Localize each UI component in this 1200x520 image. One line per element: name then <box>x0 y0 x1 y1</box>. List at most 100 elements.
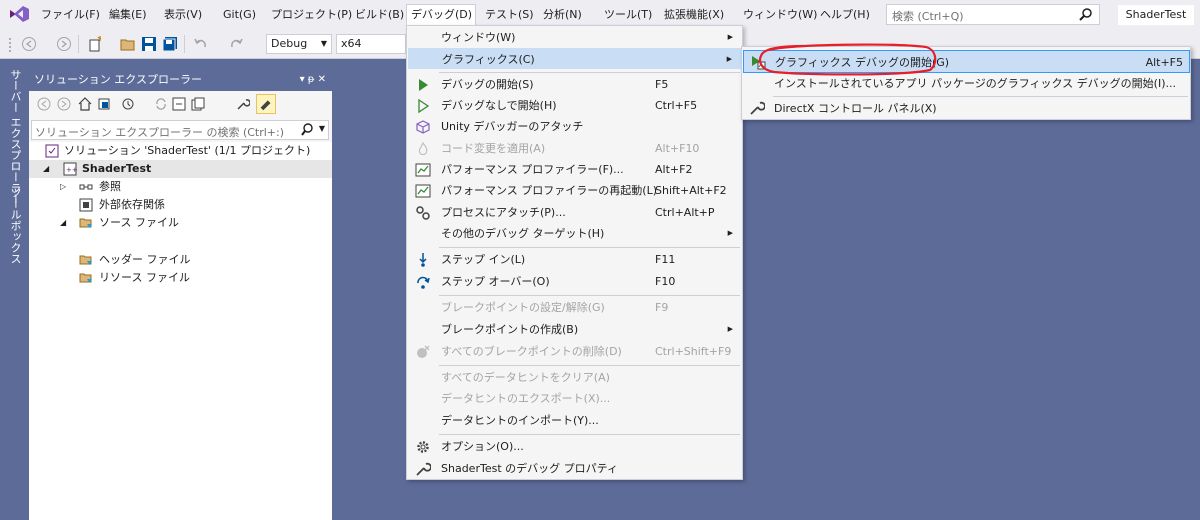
external-dependencies-icon <box>79 198 93 212</box>
solution-explorer-toolbar <box>29 91 332 119</box>
menu-item-new-breakpoint[interactable]: ブレークポイントの作成(B) ▶ <box>408 319 741 340</box>
tree-item-project[interactable]: ◢ ++ ShaderTest <box>29 160 332 178</box>
switch-views-icon[interactable] <box>97 97 111 111</box>
menu-window[interactable]: ウィンドウ(W) <box>739 5 821 24</box>
menu-item-label: デバッグの開始(S) <box>441 78 534 91</box>
menu-item-label: データヒントのインポート(Y)... <box>441 414 599 427</box>
menu-item-label: デバッグなしで開始(H) <box>441 99 557 112</box>
menu-item-label: DirectX コントロール パネル(X) <box>774 102 937 115</box>
solution-explorer-search-input[interactable]: ソリューション エクスプローラー の検索 (Ctrl+:) ▼ <box>31 120 329 140</box>
home-icon[interactable] <box>78 97 92 111</box>
menu-item-graphics[interactable]: グラフィックス(C) ▶ <box>408 48 741 69</box>
properties-wrench-icon[interactable] <box>236 97 250 111</box>
menu-item-options[interactable]: オプション(O)... <box>408 436 741 457</box>
solution-configuration-dropdown[interactable]: Debug ▼ <box>266 34 332 54</box>
menu-item-import-data-tips[interactable]: データヒントのインポート(Y)... <box>408 410 741 431</box>
forward-icon[interactable] <box>57 97 71 111</box>
menu-item-label: プロセスにアタッチ(P)... <box>441 206 566 219</box>
menu-item-clear-data-tips[interactable]: すべてのデータヒントをクリア(A) <box>408 367 741 388</box>
chevron-down-icon[interactable]: ▼ <box>319 124 325 133</box>
play-icon <box>419 79 428 91</box>
menu-view[interactable]: 表示(V) <box>160 5 206 24</box>
configuration-value: Debug <box>271 37 308 50</box>
sync-icon[interactable] <box>154 97 168 111</box>
solution-platform-dropdown[interactable]: x64 <box>336 34 406 54</box>
menu-item-label: パフォーマンス プロファイラーの再起動(L) <box>441 184 657 197</box>
menu-extensions[interactable]: 拡張機能(X) <box>660 5 728 24</box>
menu-git[interactable]: Git(G) <box>219 5 260 24</box>
tree-item-source-files[interactable]: ◢ ソース ファイル <box>29 214 332 232</box>
menu-edit[interactable]: 編集(E) <box>105 5 151 24</box>
server-explorer-tab[interactable]: サーバー エクスプローラー <box>7 69 23 205</box>
new-project-icon[interactable] <box>88 36 104 52</box>
menu-separator <box>439 247 740 248</box>
collapsed-arrow-icon[interactable]: ▷ <box>60 178 66 196</box>
expanded-arrow-icon[interactable]: ◢ <box>60 214 66 232</box>
pending-changes-filter-icon[interactable] <box>121 97 135 111</box>
menu-item-start-graphics-debugging[interactable]: グラフィックス デバッグの開始(G) Alt+F5 <box>743 50 1190 73</box>
menu-item-step-over[interactable]: ステップ オーバー(O) F10 <box>408 271 741 292</box>
menu-item-label: データヒントのエクスポート(X)... <box>441 392 611 405</box>
menu-item-attach-unity-debugger[interactable]: Unity デバッガーのアタッチ <box>408 116 741 137</box>
toolbox-tab[interactable]: ツールボックス <box>7 187 23 264</box>
navigate-forward-icon[interactable] <box>56 36 72 52</box>
window-pin-close-icons[interactable]: ▾ ᵽ ✕ <box>300 69 326 91</box>
expanded-arrow-icon[interactable]: ◢ <box>43 160 49 178</box>
tree-item-solution[interactable]: ソリューション 'ShaderTest' (1/1 プロジェクト) <box>29 142 332 160</box>
menu-item-apply-code-changes[interactable]: コード変更を適用(A) Alt+F10 <box>408 138 741 159</box>
menu-item-directx-control-panel[interactable]: DirectX コントロール パネル(X) <box>743 97 1190 120</box>
menu-item-shortcut: F5 <box>655 78 669 91</box>
solution-explorer-title-bar: ソリューション エクスプローラー ▾ ᵽ ✕ <box>29 69 332 91</box>
undo-icon[interactable] <box>193 36 209 52</box>
redo-icon[interactable] <box>228 36 244 52</box>
menu-item-label: その他のデバッグ ターゲット(H) <box>441 227 605 240</box>
menu-test[interactable]: テスト(S) <box>481 5 538 24</box>
menu-item-shortcut: Alt+F5 <box>1145 56 1183 69</box>
filter-folder-icon <box>79 218 92 228</box>
open-file-icon[interactable] <box>120 36 136 52</box>
menu-item-step-into[interactable]: ステップ イン(L) F11 <box>408 249 741 270</box>
menu-help[interactable]: ヘルプ(H) <box>816 5 874 24</box>
menu-item-label: ShaderTest のデバッグ プロパティ <box>441 462 618 475</box>
collapse-all-icon[interactable] <box>172 97 186 111</box>
menu-item-start-without-debugging[interactable]: デバッグなしで開始(H) Ctrl+F5 <box>408 95 741 116</box>
menu-item-debug-properties[interactable]: ShaderTest のデバッグ プロパティ <box>408 458 741 479</box>
menu-item-toggle-breakpoint[interactable]: ブレークポイントの設定/解除(G) F9 <box>408 297 741 318</box>
menu-item-shortcut: Ctrl+Alt+P <box>655 206 715 219</box>
play-outline-icon <box>418 98 430 114</box>
performance-profiler-icon <box>415 184 431 198</box>
menu-item-other-debug-targets[interactable]: その他のデバッグ ターゲット(H) ▶ <box>408 223 741 244</box>
tree-label: 外部依存関係 <box>99 198 165 211</box>
save-icon[interactable] <box>141 36 157 52</box>
back-icon[interactable] <box>37 97 51 111</box>
menu-analyze[interactable]: 分析(N) <box>539 5 586 24</box>
menu-item-label: オプション(O)... <box>441 440 524 453</box>
solution-explorer-title: ソリューション エクスプローラー <box>34 73 202 86</box>
menu-item-shortcut: F10 <box>655 275 676 288</box>
menu-tools[interactable]: ツール(T) <box>600 5 656 24</box>
menu-item-graphics-debug-installed-package[interactable]: インストールされているアプリ パッケージのグラフィックス デバッグの開始(I).… <box>743 72 1190 95</box>
search-placeholder: 検索 (Ctrl+Q) <box>892 10 964 23</box>
menu-project[interactable]: プロジェクト(P) <box>267 5 356 24</box>
menu-item-restart-profiler[interactable]: パフォーマンス プロファイラーの再起動(L) Shift+Alt+F2 <box>408 180 741 201</box>
menu-item-delete-all-breakpoints[interactable]: すべてのブレークポイントの削除(D) Ctrl+Shift+F9 <box>408 341 741 362</box>
menu-item-window[interactable]: ウィンドウ(W) ▶ <box>408 27 741 48</box>
quick-launch-search-input[interactable]: 検索 (Ctrl+Q) <box>886 4 1100 25</box>
tree-item-header-files[interactable]: ヘッダー ファイル <box>29 251 332 269</box>
preview-selected-items-icon[interactable] <box>256 94 276 114</box>
menu-item-start-debugging[interactable]: デバッグの開始(S) F5 <box>408 74 741 95</box>
tree-item-external-deps[interactable]: 外部依存関係 <box>29 196 332 214</box>
references-icon <box>79 184 93 190</box>
menu-build[interactable]: ビルド(B) <box>351 5 408 24</box>
navigate-back-icon[interactable] <box>21 36 37 52</box>
show-all-files-icon[interactable] <box>191 97 205 111</box>
menu-item-label: ステップ オーバー(O) <box>441 275 550 288</box>
solution-name-badge: ShaderTest <box>1118 5 1194 25</box>
menu-item-performance-profiler[interactable]: パフォーマンス プロファイラー(F)... Alt+F2 <box>408 159 741 180</box>
menu-item-export-data-tips[interactable]: データヒントのエクスポート(X)... <box>408 388 741 409</box>
menu-item-attach-to-process[interactable]: プロセスにアタッチ(P)... Ctrl+Alt+P <box>408 202 741 223</box>
save-all-icon[interactable] <box>162 36 178 52</box>
tree-item-resource-files[interactable]: リソース ファイル <box>29 269 332 287</box>
tree-item-references[interactable]: ▷ 参照 <box>29 178 332 196</box>
menu-file[interactable]: ファイル(F) <box>37 5 104 24</box>
